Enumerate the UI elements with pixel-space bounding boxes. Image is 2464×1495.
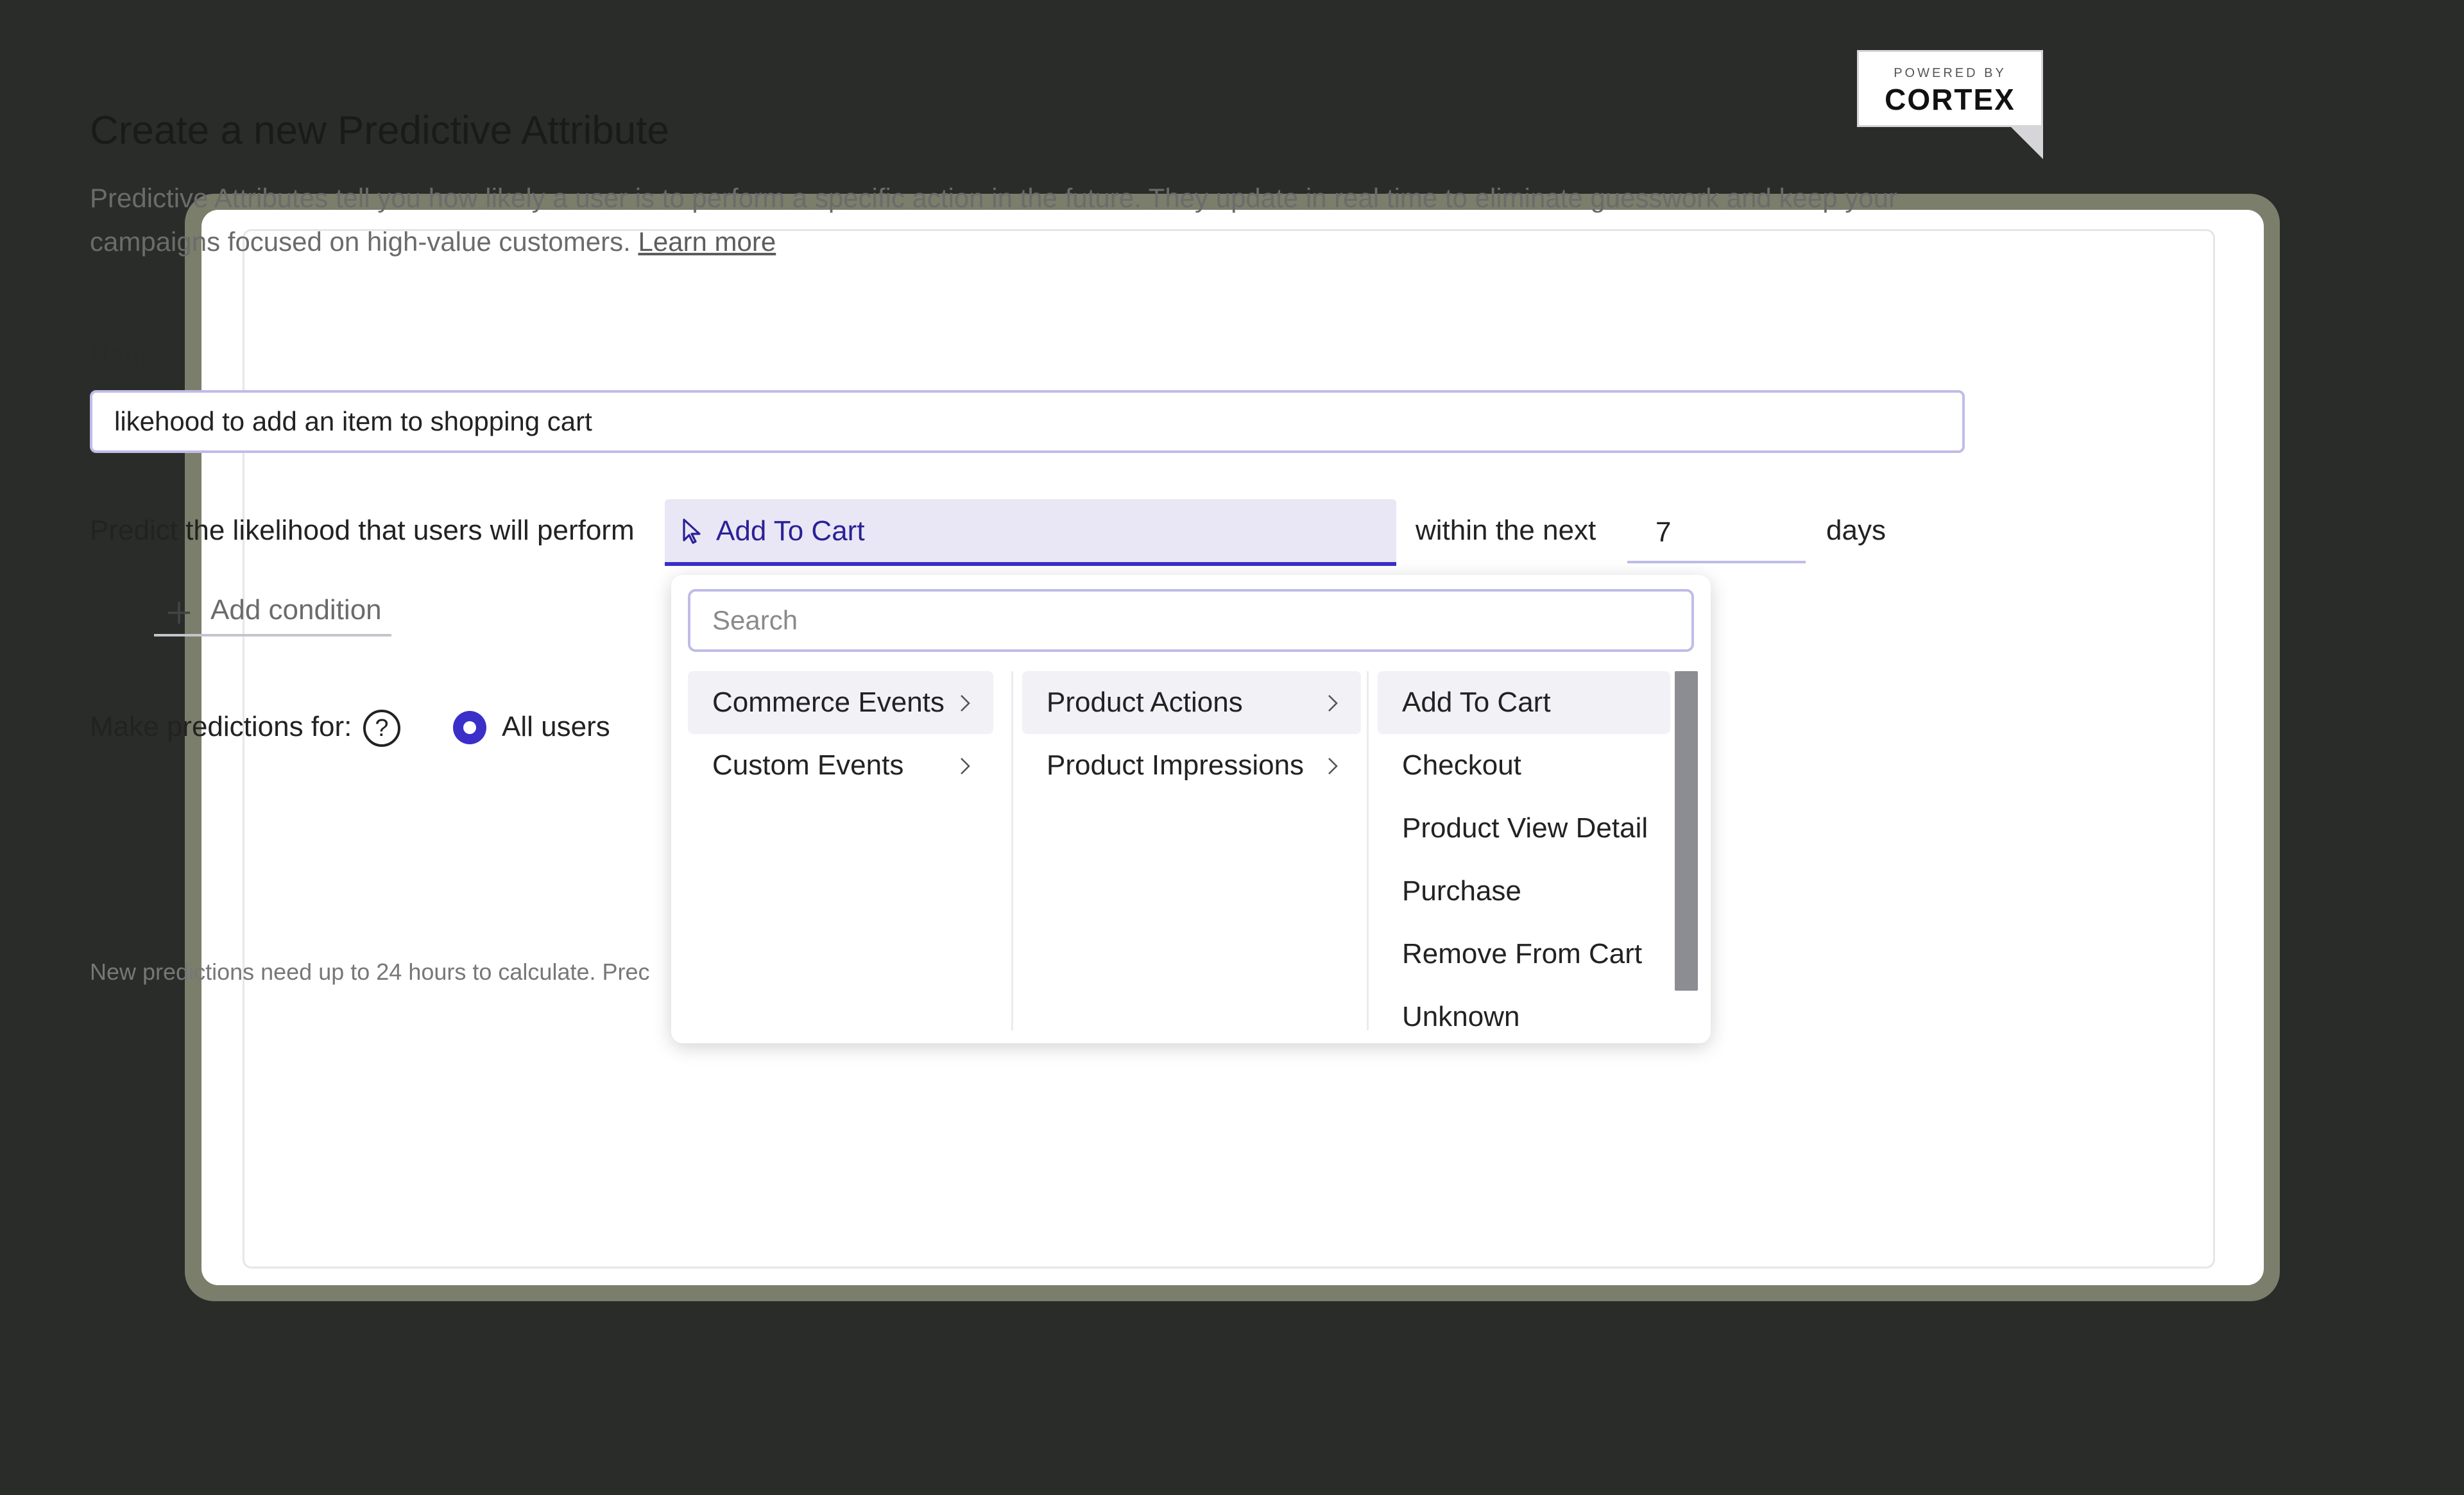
plus-icon bbox=[168, 602, 190, 624]
chevron-right-icon bbox=[961, 695, 970, 712]
subcategory-label: Product Impressions bbox=[1047, 749, 1305, 781]
subcategory-label: Product Actions bbox=[1047, 687, 1243, 718]
powered-by-cortex-badge: POWERED BY CORTEX bbox=[1857, 50, 2043, 127]
within-label: within the next bbox=[1416, 515, 1596, 546]
make-predictions-label: Make predictions for: bbox=[90, 711, 352, 742]
chevron-right-icon bbox=[1328, 758, 1338, 774]
selected-event-label: Add To Cart bbox=[716, 515, 865, 547]
predict-label: Predict the likelihood that users will p… bbox=[90, 515, 635, 546]
name-label: Name : bbox=[90, 340, 175, 370]
add-condition-button[interactable]: Add condition bbox=[154, 588, 391, 636]
chevron-right-icon bbox=[1328, 695, 1338, 712]
search-input[interactable]: Search bbox=[688, 589, 1694, 652]
event-option-purchase[interactable]: Purchase bbox=[1378, 860, 1670, 923]
subcategory-product-actions[interactable]: Product Actions bbox=[1022, 671, 1361, 734]
powered-by-text: POWERED BY bbox=[1894, 66, 2006, 80]
help-icon[interactable]: ? bbox=[363, 710, 400, 747]
subcategory-column: Product Actions Product Impressions bbox=[1011, 671, 1361, 1030]
event-select[interactable]: Add To Cart bbox=[665, 499, 1396, 566]
scrollbar[interactable] bbox=[1675, 671, 1698, 991]
event-option-checkout[interactable]: Checkout bbox=[1378, 734, 1670, 797]
event-list: Add To Cart Checkout Product View Detail… bbox=[1369, 671, 1711, 1030]
event-option-unknown[interactable]: Unknown bbox=[1378, 986, 1670, 1030]
category-label: Commerce Events bbox=[712, 687, 945, 718]
cursor-icon bbox=[683, 518, 701, 544]
cortex-logo-text: CORTEX bbox=[1885, 83, 2015, 116]
page-description: Predictive Attributes tell you how likel… bbox=[90, 176, 1989, 264]
description-text: Predictive Attributes tell you how likel… bbox=[90, 183, 1897, 257]
category-column: Commerce Events Custom Events bbox=[688, 671, 1002, 1030]
all-users-label[interactable]: All users bbox=[502, 711, 610, 743]
add-condition-label: Add condition bbox=[210, 594, 382, 626]
page-title: Create a new Predictive Attribute bbox=[90, 108, 669, 153]
chevron-right-icon bbox=[961, 758, 970, 774]
name-input[interactable]: likehood to add an item to shopping cart bbox=[90, 390, 1965, 453]
category-custom-events[interactable]: Custom Events bbox=[688, 734, 993, 797]
all-users-radio[interactable] bbox=[453, 711, 486, 744]
badge-fold-corner bbox=[2011, 127, 2043, 159]
learn-more-link[interactable]: Learn more bbox=[638, 226, 776, 257]
event-column: Add To Cart Checkout Product View Detail… bbox=[1367, 671, 1711, 1030]
days-input[interactable]: 7 bbox=[1627, 502, 1806, 563]
event-option-product-view-detail[interactable]: Product View Detail bbox=[1378, 797, 1670, 860]
event-dropdown-menu: Search Commerce Events Custom Events Pro… bbox=[671, 575, 1711, 1043]
days-label: days bbox=[1826, 515, 1886, 546]
event-option-add-to-cart[interactable]: Add To Cart bbox=[1378, 671, 1670, 734]
subcategory-product-impressions[interactable]: Product Impressions bbox=[1022, 734, 1361, 797]
footnote-text: New predictions need up to 24 hours to c… bbox=[90, 959, 650, 985]
event-option-remove-from-cart[interactable]: Remove From Cart bbox=[1378, 923, 1670, 986]
category-commerce-events[interactable]: Commerce Events bbox=[688, 671, 993, 734]
category-label: Custom Events bbox=[712, 749, 904, 781]
